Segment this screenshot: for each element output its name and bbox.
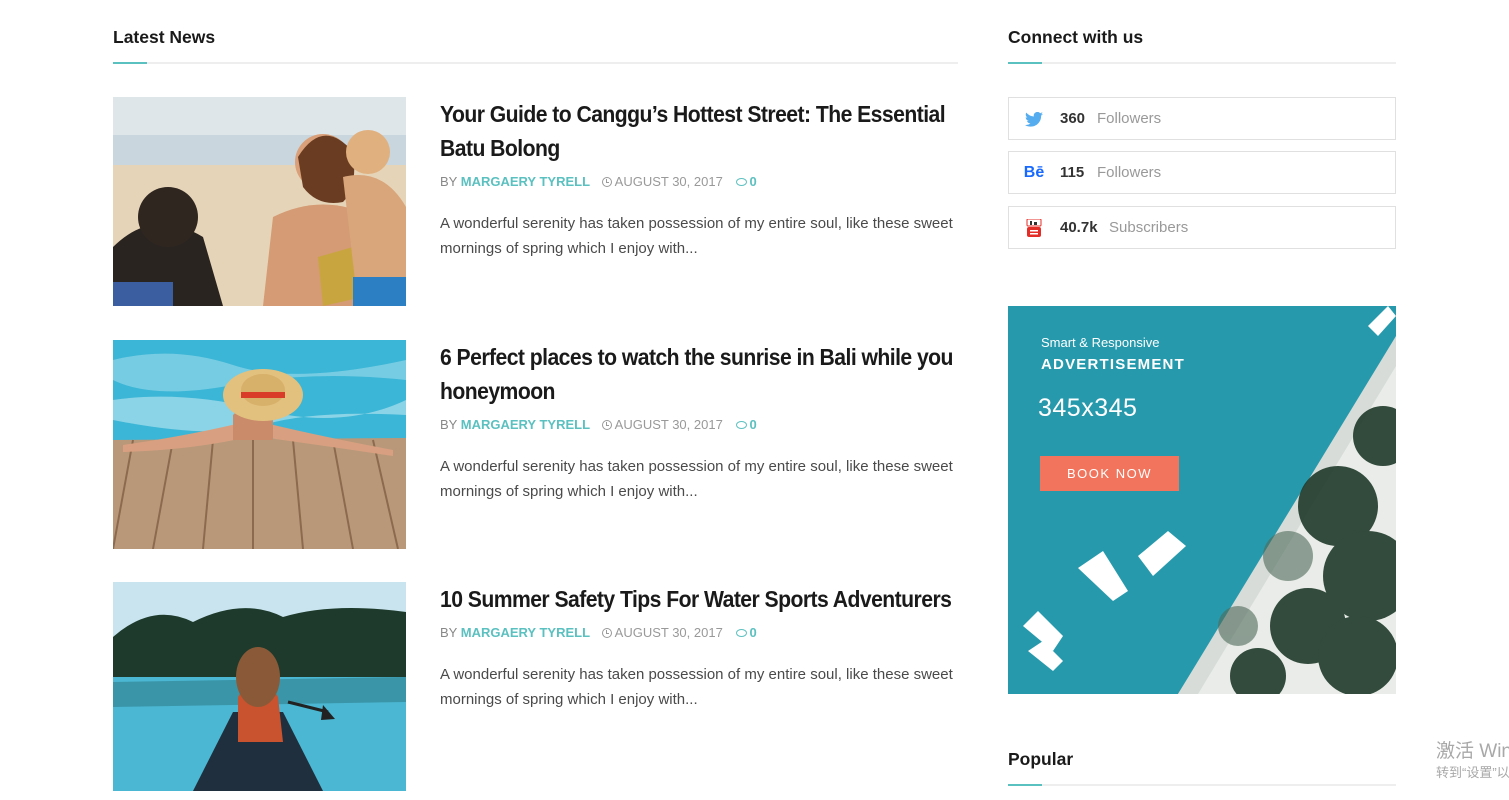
popular-header: Popular [1008,722,1396,786]
watermark-line1: 激活 Windows [1436,741,1509,762]
post-meta: BY MARGAERY TYRELL AUGUST 30, 2017 0 [440,416,958,434]
latest-news-title: Latest News [113,27,216,47]
by-label: BY [440,174,458,189]
heading-accent-line [113,62,147,64]
watermark-line2: 转到“设置”以激活 Windows。 [1436,765,1509,780]
twitter-label: Followers [1097,110,1162,127]
social-twitter[interactable]: 360 Followers [1008,97,1396,140]
ad-tagline: Smart & Responsive [1041,335,1160,350]
post-date: AUGUST 30, 2017 [601,174,723,189]
book-now-button[interactable]: BOOK NOW [1040,456,1179,491]
connect-title: Connect with us [1008,27,1144,47]
twitter-icon [1023,109,1045,129]
post-title[interactable]: 10 Summer Safety Tips For Water Sports A… [440,582,955,616]
advertisement-banner[interactable]: Smart & Responsive ADVERTISEMENT 345x345… [1008,306,1396,694]
popular-title: Popular [1008,749,1074,769]
behance-count: 115 [1060,164,1085,181]
heading-accent-line [1008,62,1042,64]
post-excerpt: A wonderful serenity has taken possessio… [440,666,953,708]
youtube-icon [1023,218,1045,238]
by-label: BY [440,625,458,640]
latest-news-header: Latest News [113,0,958,64]
by-label: BY [440,417,458,432]
post-thumbnail-beach[interactable] [113,97,406,306]
heading-accent-line [1008,784,1042,786]
author-link[interactable]: MARGAERY TYRELL [461,174,590,189]
comment-icon [736,178,748,186]
post-date: AUGUST 30, 2017 [601,625,723,640]
pool-photo [113,340,406,549]
lake-photo [113,582,406,791]
post-excerpt: A wonderful serenity has taken possessio… [440,215,953,257]
date-text: AUGUST 30, 2017 [614,625,723,640]
post-date: AUGUST 30, 2017 [601,417,723,432]
youtube-label: Subscribers [1109,219,1189,236]
ad-size: 345x345 [1038,394,1138,422]
author-link[interactable]: MARGAERY TYRELL [461,417,590,432]
date-text: AUGUST 30, 2017 [614,417,723,432]
comment-icon [736,421,748,429]
post-excerpt: A wonderful serenity has taken possessio… [440,458,953,500]
post-thumbnail-lake[interactable] [113,582,406,791]
behance-icon: Bē [1023,164,1045,181]
beach-photo [113,97,406,306]
windows-activation-watermark: 激活 Windows 转到“设置”以激活 Windows。 [1436,740,1509,782]
comment-icon [736,629,748,637]
social-behance[interactable]: Bē 115 Followers [1008,151,1396,194]
post-title[interactable]: 6 Perfect places to watch the sunrise in… [440,340,955,408]
comment-count-link[interactable]: 0 [736,625,757,640]
post-meta: BY MARGAERY TYRELL AUGUST 30, 2017 0 [440,173,958,191]
ad-title: ADVERTISEMENT [1041,356,1185,373]
youtube-count: 40.7k [1060,219,1098,236]
behance-label: Followers [1097,164,1162,181]
comment-count: 0 [749,174,757,189]
post-thumbnail-pool[interactable] [113,340,406,549]
comment-count: 0 [749,417,757,432]
date-text: AUGUST 30, 2017 [614,174,723,189]
clock-icon [601,628,612,638]
comment-count-link[interactable]: 0 [736,174,757,189]
comment-count: 0 [749,625,757,640]
post-title[interactable]: Your Guide to Canggu’s Hottest Street: T… [440,97,955,165]
author-link[interactable]: MARGAERY TYRELL [461,625,590,640]
social-youtube[interactable]: 40.7k Subscribers [1008,206,1396,249]
connect-header: Connect with us [1008,0,1396,64]
clock-icon [601,177,612,187]
twitter-count: 360 [1060,110,1086,127]
comment-count-link[interactable]: 0 [736,417,757,432]
clock-icon [601,420,612,430]
post-meta: BY MARGAERY TYRELL AUGUST 30, 2017 0 [440,624,958,642]
